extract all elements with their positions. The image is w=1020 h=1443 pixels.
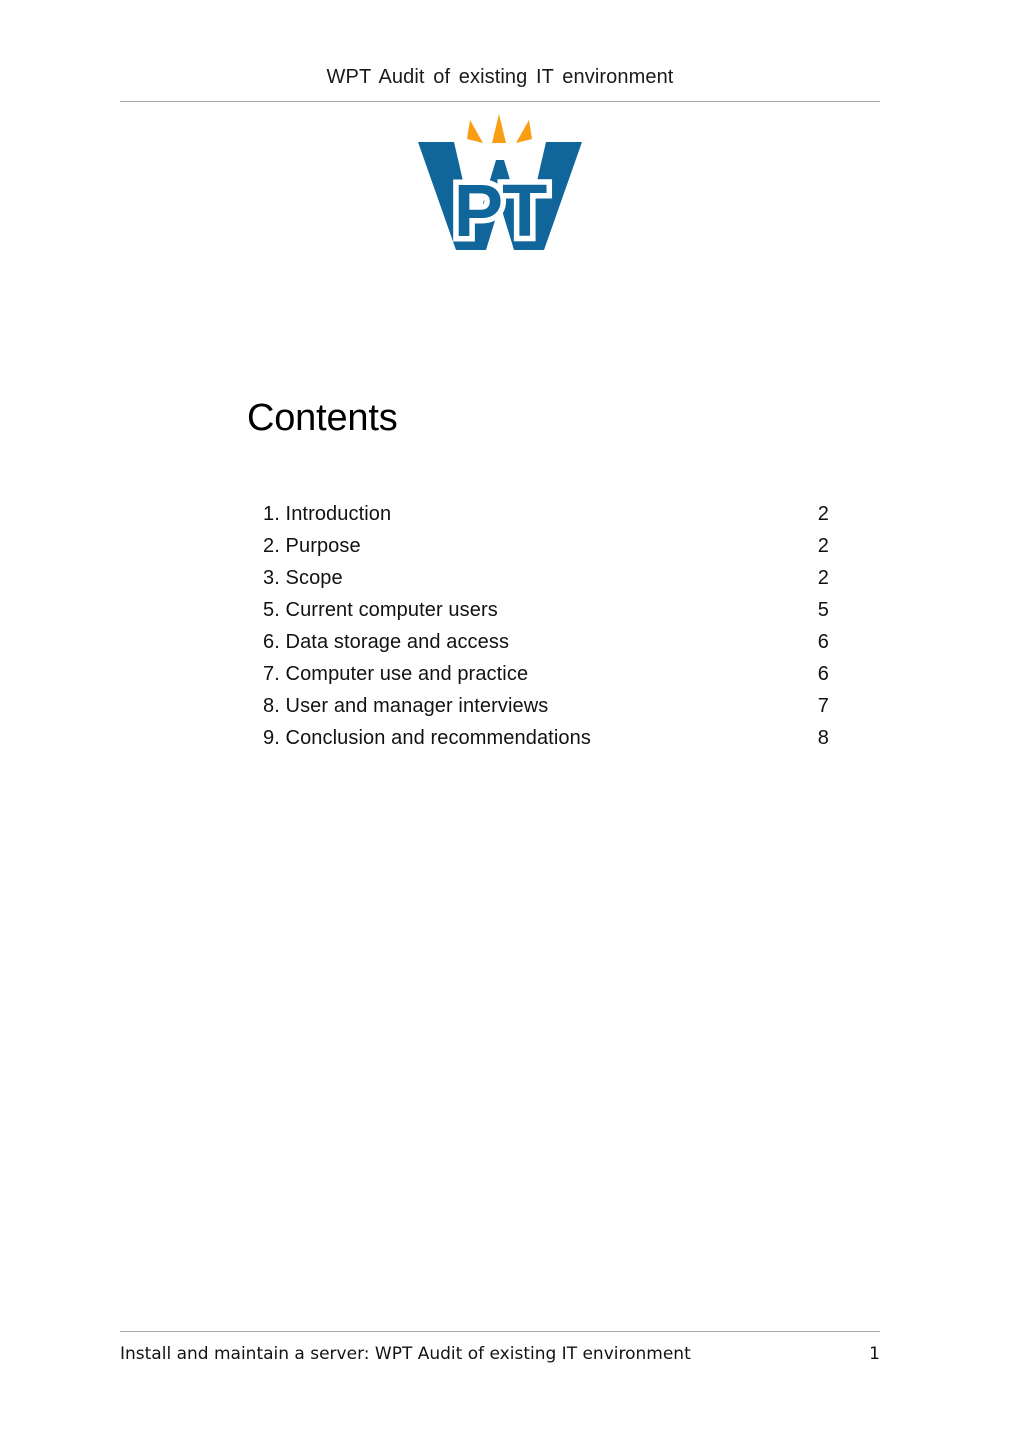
toc-entry[interactable]: 9. Conclusion and recommendations 8 <box>263 722 829 754</box>
footer-divider <box>120 1331 880 1332</box>
toc-entry-label: 7. Computer use and practice <box>263 663 529 685</box>
svg-text:PT: PT <box>454 169 547 252</box>
toc-entry-page: 2 <box>817 567 829 589</box>
wpt-logo: PT <box>410 112 590 257</box>
toc-entry-label: 2. Purpose <box>263 535 361 557</box>
footer-text: Install and maintain a server: WPT Audit… <box>120 1344 691 1364</box>
toc-entry-label: 3. Scope <box>263 567 343 589</box>
pt-letters: PT <box>448 164 553 258</box>
toc-entry[interactable]: 2. Purpose 2 <box>263 530 829 562</box>
toc-entry[interactable]: 5. Current computer users 5 <box>263 594 829 626</box>
toc-entry[interactable]: 7. Computer use and practice 6 <box>263 658 829 690</box>
toc-entry-page: 2 <box>817 535 829 557</box>
toc-entry-page: 6 <box>817 631 829 653</box>
toc-entry[interactable]: 6. Data storage and access 6 <box>263 626 829 658</box>
toc-entry[interactable]: 3. Scope 2 <box>263 562 829 594</box>
toc-entry-page: 2 <box>817 503 829 525</box>
crown-spikes-icon <box>467 114 532 143</box>
toc-entry-label: 8. User and manager interviews <box>263 695 549 717</box>
toc-entry-label: 5. Current computer users <box>263 599 498 621</box>
header-divider <box>120 101 880 102</box>
header-title: WPT Audit of existing IT environment <box>326 66 674 88</box>
toc-entry-label: 6. Data storage and access <box>263 631 510 653</box>
toc-entry-label: 1. Introduction <box>263 503 392 525</box>
toc-entry-page: 8 <box>817 727 829 749</box>
page-header: WPT Audit of existing IT environment <box>120 64 880 90</box>
toc-entry[interactable]: 8. User and manager interviews 7 <box>263 690 829 722</box>
toc-entry-page: 5 <box>817 599 829 621</box>
toc-entry[interactable]: 1. Introduction 2 <box>263 498 829 530</box>
toc-entry-page: 7 <box>817 695 829 717</box>
document-page: WPT Audit of existing IT environment PT … <box>0 0 1020 1443</box>
toc-entry-label: 9. Conclusion and recommendations <box>263 727 591 749</box>
toc-entry-page: 6 <box>817 663 829 685</box>
page-title: Contents <box>247 397 398 439</box>
table-of-contents: 1. Introduction 2 2. Purpose 2 3. Scope … <box>263 498 829 754</box>
page-footer: Install and maintain a server: WPT Audit… <box>120 1342 880 1366</box>
footer-page-number: 1 <box>869 1344 880 1364</box>
